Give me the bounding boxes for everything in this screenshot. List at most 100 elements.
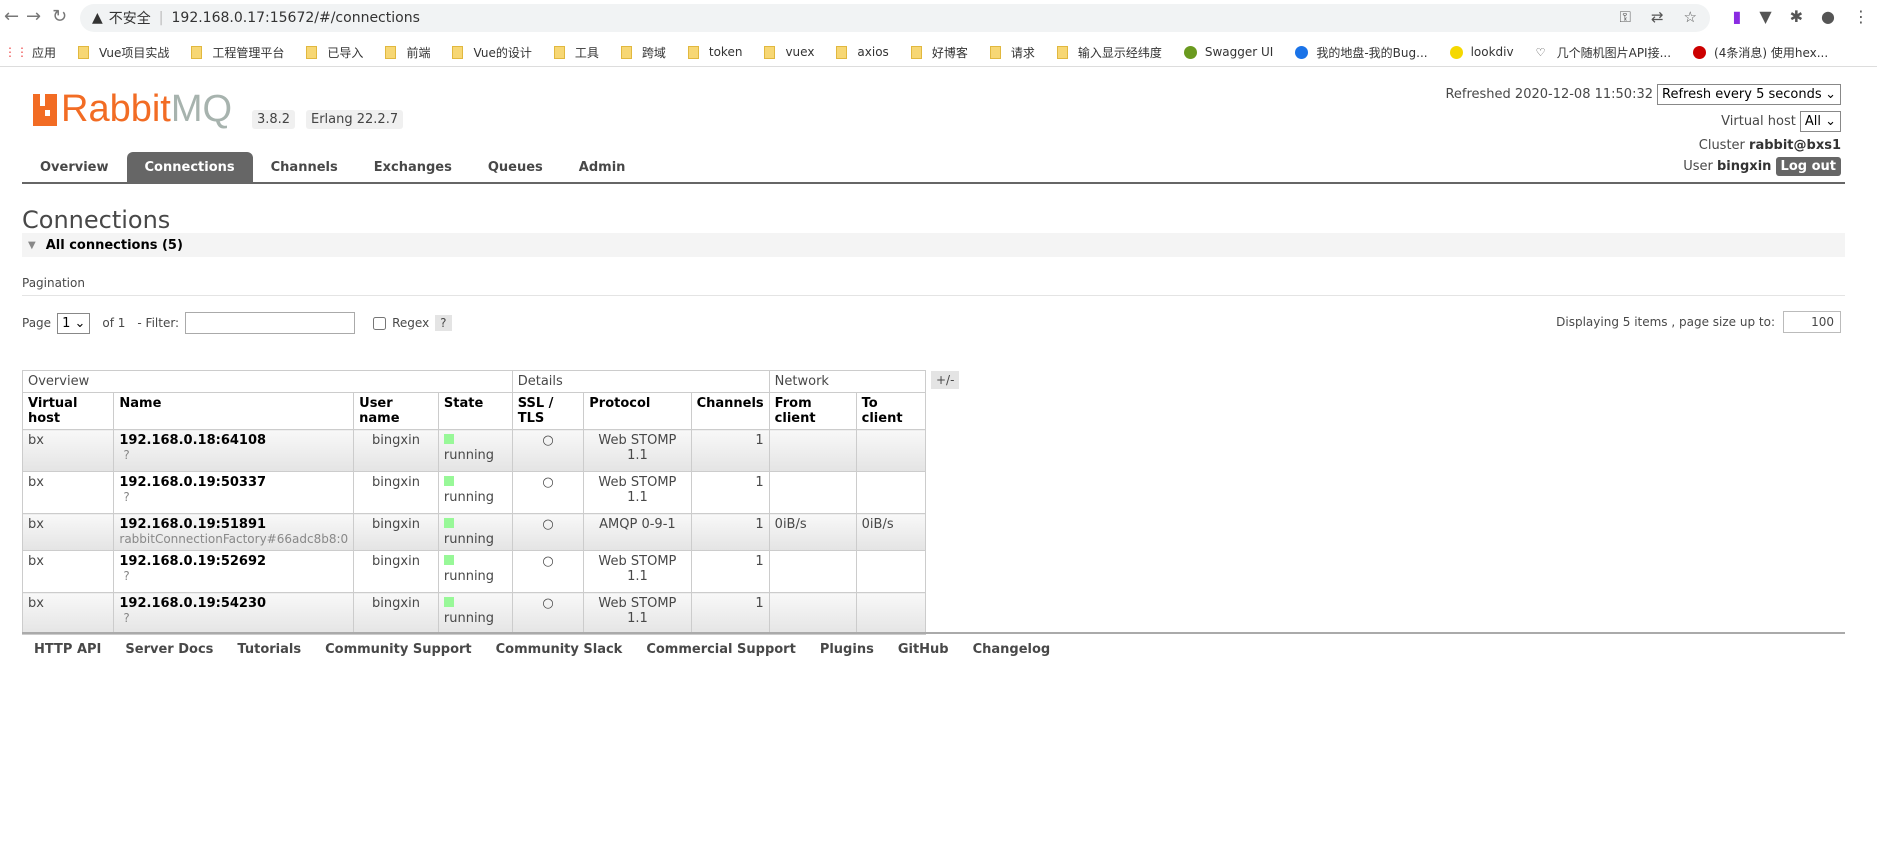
column-header[interactable]: State (437, 392, 513, 430)
bookmark-item[interactable]: 输入显示经纬度 (1056, 44, 1162, 61)
address-bar[interactable]: ▲ 不安全 | 192.168.0.17:15672/#/connections (80, 4, 1710, 32)
bookmark-item[interactable]: token (687, 45, 742, 59)
to-client-cell (855, 592, 927, 635)
refresh-select[interactable]: Refresh every 5 seconds ⌄ (1657, 84, 1841, 105)
column-header[interactable]: Channels (690, 392, 770, 430)
key-icon[interactable]: ⚿ (1620, 8, 1631, 26)
column-header[interactable]: Virtual host (21, 392, 115, 430)
footer-link[interactable]: HTTP API (34, 642, 101, 657)
translate-icon[interactable]: ⇄ (1651, 8, 1664, 26)
bookmark-item[interactable]: 跨域 (620, 44, 666, 61)
group-details: Details (511, 370, 770, 393)
client-name: ? (123, 448, 130, 462)
regex-help-button[interactable]: ? (435, 315, 452, 331)
bookmark-item[interactable]: 请求 (989, 44, 1035, 61)
connection-link[interactable]: 192.168.0.19:54230 (119, 596, 348, 611)
extension-rp-icon[interactable]: ▮ (1733, 7, 1742, 26)
cluster-label: Cluster (1698, 138, 1745, 153)
pagination-heading: Pagination (22, 276, 1845, 296)
bookmark-item[interactable]: Vue项目实战 (78, 44, 169, 61)
footer-link[interactable]: Plugins (820, 642, 874, 657)
bookmark-item[interactable]: 工具 (553, 44, 599, 61)
logo-mark-icon (33, 94, 57, 126)
puzzle-icon[interactable]: ✱ (1790, 7, 1803, 26)
favicon-icon (1295, 45, 1309, 59)
bookmark-item[interactable]: 已导入 (306, 44, 363, 61)
filter-label: - Filter: (137, 316, 180, 330)
column-header[interactable]: From client (768, 392, 857, 430)
bookmark-item[interactable]: ♡ 几个随机图片API接... (1535, 44, 1671, 61)
all-connections-toggle[interactable]: ▼ All connections (5) (22, 233, 1845, 257)
footer-link[interactable]: Community Support (325, 642, 472, 657)
menu-icon[interactable]: ⋮ (1853, 7, 1869, 26)
footer-link[interactable]: GitHub (898, 642, 949, 657)
erlang-badge: Erlang 22.2.7 (306, 110, 404, 129)
vue-devtools-icon[interactable]: ▼ (1759, 7, 1771, 26)
bookmark-item[interactable]: 好博客 (910, 44, 968, 61)
bookmark-item[interactable]: ⋮⋮ 应用 (4, 44, 56, 61)
page-select[interactable]: 1 ⌄ (57, 312, 91, 334)
bookmark-label: Vue的设计 (473, 45, 532, 60)
reload-icon[interactable]: ↻ (52, 6, 67, 27)
folder-icon (910, 45, 922, 59)
connection-link[interactable]: 192.168.0.19:51891 (119, 517, 348, 532)
footer-link[interactable]: Commercial Support (646, 642, 796, 657)
bookmark-item[interactable]: 前端 (385, 44, 430, 61)
connection-link[interactable]: 192.168.0.19:50337 (119, 475, 348, 490)
bookmark-label: 工具 (574, 45, 599, 60)
bookmark-item[interactable]: Swagger UI (1183, 45, 1273, 59)
bookmark-item[interactable]: 我的地盘-我的Bug... (1295, 44, 1428, 61)
folder-icon (1056, 45, 1068, 59)
from-client-cell (768, 429, 857, 472)
folder-icon (306, 45, 318, 59)
security-label: 不安全 (108, 11, 151, 27)
of-label: of 1 (102, 316, 126, 330)
back-icon[interactable]: ← (4, 6, 19, 27)
tab-overview[interactable]: Overview (22, 152, 127, 183)
connection-link[interactable]: 192.168.0.18:64108 (119, 433, 348, 448)
folder-icon (764, 45, 776, 59)
column-header[interactable]: User name (353, 392, 439, 430)
bookmark-item[interactable]: Vue的设计 (452, 44, 532, 61)
profile-icon[interactable]: ● (1821, 7, 1835, 26)
footer-link[interactable]: Tutorials (237, 642, 301, 657)
refresh-option: Refresh every 5 seconds (1662, 87, 1822, 102)
channels-cell: 1 (690, 471, 770, 514)
columns-toggle-button[interactable]: +/- (931, 371, 960, 389)
logo-text-mq: MQ (170, 88, 233, 130)
tab-exchanges[interactable]: Exchanges (356, 152, 470, 183)
regex-checkbox[interactable] (373, 316, 387, 330)
vhost-select[interactable]: All ⌄ (1799, 111, 1841, 132)
tab-connections[interactable]: Connections (126, 152, 253, 183)
chevron-down-icon: ⌄ (1825, 87, 1836, 102)
footer-link[interactable]: Community Slack (496, 642, 623, 657)
star-icon[interactable]: ☆ (1684, 8, 1697, 26)
folder-icon (452, 45, 464, 59)
folder-icon (78, 45, 90, 59)
footer-link[interactable]: Changelog (973, 642, 1051, 657)
column-header[interactable]: Name (113, 392, 355, 430)
ssl-cell: ○ (511, 550, 585, 593)
bookmark-item[interactable]: (4条消息) 使用hex... (1693, 44, 1828, 61)
footer-link[interactable]: Server Docs (125, 642, 213, 657)
triangle-down-icon: ▼ (28, 239, 36, 251)
bookmark-item[interactable]: lookdiv (1449, 45, 1514, 59)
bookmark-item[interactable]: axios (836, 45, 889, 59)
tab-admin[interactable]: Admin (561, 152, 644, 183)
tab-channels[interactable]: Channels (253, 152, 356, 183)
warning-icon: ▲ (92, 10, 103, 26)
column-header[interactable]: Protocol (583, 392, 692, 430)
tab-queues[interactable]: Queues (470, 152, 561, 183)
connection-link[interactable]: 192.168.0.19:52692 (119, 554, 348, 569)
filter-input[interactable] (185, 312, 356, 334)
bookmark-item[interactable]: 工程管理平台 (191, 44, 284, 61)
bookmark-item[interactable]: vuex (764, 45, 814, 59)
running-status-icon (443, 597, 454, 607)
forward-icon[interactable]: → (26, 6, 41, 27)
column-header[interactable]: To client (855, 392, 927, 430)
page-size-input[interactable]: 100 (1783, 311, 1841, 333)
bookmarks-bar: ⋮⋮ 应用 Vue项目实战 工程管理平台 已导入 前端 Vue的设计 工具 跨域 token vu… (0, 38, 1877, 67)
rabbitmq-logo[interactable]: Rabbit MQ (33, 88, 233, 130)
favicon-icon: ♡ (1535, 45, 1549, 59)
column-header[interactable]: SSL / TLS (511, 392, 585, 430)
